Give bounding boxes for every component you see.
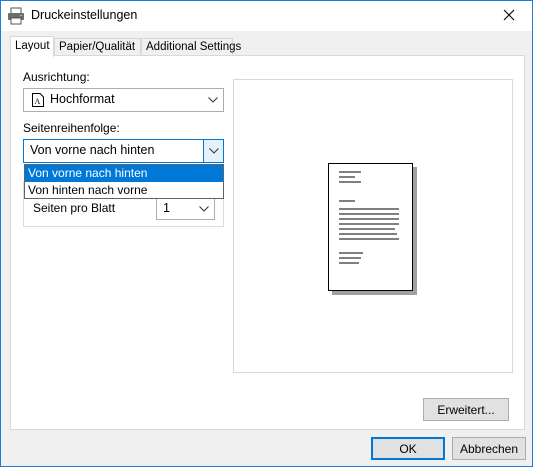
cancel-button[interactable]: Abbrechen bbox=[452, 437, 526, 460]
pages-per-sheet-select[interactable]: 1 bbox=[156, 198, 215, 220]
page-order-select[interactable]: Von vorne nach hinten bbox=[23, 139, 224, 163]
page-order-option-front-to-back[interactable]: Von vorne nach hinten bbox=[25, 165, 223, 182]
close-icon bbox=[503, 9, 515, 24]
page-order-option-back-to-front[interactable]: Von hinten nach vorne bbox=[25, 182, 223, 199]
preview-text-line bbox=[339, 228, 395, 230]
preview-page bbox=[328, 163, 413, 291]
preview-text-line bbox=[339, 176, 355, 178]
preview-text-line bbox=[339, 218, 399, 220]
preview-text-line bbox=[339, 252, 363, 254]
cancel-button-label: Abbrechen bbox=[459, 441, 519, 456]
chevron-down-icon bbox=[203, 140, 223, 162]
preview-text-line bbox=[339, 171, 361, 173]
page-order-dropdown-list: Von vorne nach hinten Von hinten nach vo… bbox=[24, 164, 224, 199]
print-preferences-dialog: Druckeinstellungen Layout Papier/Qualitä… bbox=[0, 0, 533, 467]
orientation-label: Ausrichtung: bbox=[23, 70, 90, 84]
preview-text-line bbox=[339, 181, 361, 183]
preview-text-line bbox=[339, 233, 397, 235]
orientation-value: Hochformat bbox=[50, 92, 115, 106]
preview-text-line bbox=[339, 200, 355, 202]
preview-text-line bbox=[339, 238, 399, 240]
tab-paper-quality-label: Papier/Qualität bbox=[59, 41, 136, 53]
pages-per-sheet-label: Seiten pro Blatt bbox=[33, 201, 116, 215]
advanced-button-label: Erweitert... bbox=[437, 402, 495, 417]
ok-button[interactable]: OK bbox=[371, 437, 445, 460]
svg-text:A: A bbox=[35, 97, 41, 106]
ok-button-label: OK bbox=[399, 441, 417, 456]
chevron-down-icon bbox=[203, 89, 223, 111]
preview-text-line bbox=[339, 257, 361, 259]
title-bar: Druckeinstellungen bbox=[1, 1, 532, 31]
preview-text-line bbox=[339, 213, 399, 215]
preview-text-line bbox=[339, 208, 399, 210]
printer-icon bbox=[7, 7, 25, 25]
preview-text-line bbox=[339, 262, 359, 264]
tab-layout[interactable]: Layout bbox=[10, 36, 54, 57]
orientation-select[interactable]: A Hochformat bbox=[23, 88, 224, 112]
tab-additional-settings-label: Additional Settings bbox=[146, 41, 242, 53]
pages-per-sheet-value: 1 bbox=[163, 201, 170, 215]
preview-text-line bbox=[339, 223, 399, 225]
chevron-down-icon bbox=[194, 199, 214, 219]
portrait-page-icon: A bbox=[32, 93, 44, 110]
window-title: Druckeinstellungen bbox=[31, 8, 138, 22]
page-order-value: Von vorne nach hinten bbox=[30, 143, 155, 157]
tab-layout-label: Layout bbox=[15, 40, 50, 52]
tab-paper-quality[interactable]: Papier/Qualität bbox=[54, 38, 141, 56]
close-button[interactable] bbox=[486, 1, 532, 31]
advanced-button[interactable]: Erweitert... bbox=[423, 398, 509, 421]
page-order-label: Seitenreihenfolge: bbox=[23, 121, 120, 135]
tab-additional-settings[interactable]: Additional Settings bbox=[141, 38, 241, 56]
